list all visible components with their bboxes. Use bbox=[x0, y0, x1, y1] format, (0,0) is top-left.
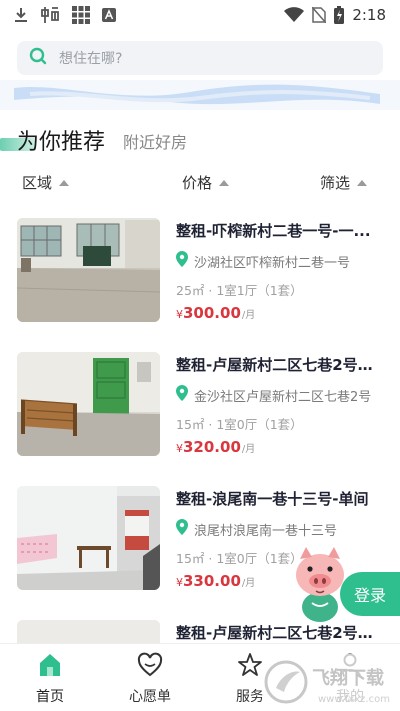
listing-title: 整租-卢屋新村二区七巷2号-... bbox=[176, 356, 376, 374]
section-header: 为你推荐 附近好房 bbox=[17, 122, 383, 156]
price-currency: ¥ bbox=[176, 576, 183, 589]
price-amount: 300.00 bbox=[183, 304, 241, 322]
search-icon bbox=[29, 47, 47, 69]
filter-label: 价格 bbox=[182, 174, 213, 192]
listing-photo bbox=[17, 352, 160, 456]
tab-label: 心愿单 bbox=[129, 689, 171, 705]
price-amount: 330.00 bbox=[183, 572, 241, 590]
listing-meta: 25㎡ · 1室1厅（1套） bbox=[176, 283, 303, 298]
location-pin-icon bbox=[176, 519, 188, 539]
listing-location: 金沙社区卢屋新村二区七巷2号 bbox=[194, 389, 372, 405]
listing-card[interactable]: 整租-吓榨新村二巷一号-一... 沙湖社区吓榨新村二巷一号 25㎡ · 1室1厅… bbox=[0, 218, 400, 324]
price-unit: /月 bbox=[241, 310, 256, 321]
status-bar: 2:18 bbox=[0, 0, 400, 30]
listing-title: 整租-浪尾南一巷十三号-单间 bbox=[176, 490, 369, 508]
login-label: 登录 bbox=[353, 586, 386, 605]
price-unit: /月 bbox=[241, 444, 256, 455]
location-pin-icon bbox=[176, 385, 188, 405]
filter-label: 区域 bbox=[22, 174, 53, 192]
tab-label: 首页 bbox=[36, 689, 64, 705]
filter-price[interactable]: 价格 bbox=[182, 172, 230, 193]
listing-location: 浪尾村浪尾南一巷十三号 bbox=[194, 523, 338, 539]
wifi-icon bbox=[284, 7, 305, 23]
location-pin-icon bbox=[176, 251, 188, 271]
status-time: 2:18 bbox=[352, 6, 386, 24]
tab-wishlist[interactable]: 心愿单 bbox=[110, 652, 190, 706]
listing-meta: 15㎡ · 1室0厅（1套） bbox=[176, 417, 303, 432]
listing-title: 整租-吓榨新村二巷一号-一... bbox=[176, 222, 371, 240]
search-input[interactable]: 想住在哪? bbox=[17, 41, 383, 75]
listing-price: ¥320.00/月 bbox=[176, 437, 386, 456]
listing-title: 整租-卢屋新村二区七巷2号-... bbox=[176, 624, 376, 642]
filter-area[interactable]: 区域 bbox=[22, 172, 70, 193]
a-icon bbox=[102, 8, 116, 22]
home-icon bbox=[37, 652, 63, 682]
caret-up-icon bbox=[219, 179, 230, 186]
tab-label: 服务 bbox=[236, 689, 264, 705]
filter-more[interactable]: 筛选 bbox=[320, 172, 368, 193]
section-title: 为你推荐 bbox=[17, 130, 106, 155]
heart-icon bbox=[137, 652, 163, 682]
price-amount: 320.00 bbox=[183, 438, 241, 456]
listing-photo bbox=[17, 486, 160, 590]
login-button[interactable]: 登录 bbox=[340, 572, 400, 616]
filter-bar: 区域 价格 筛选 bbox=[0, 172, 400, 200]
tab-home[interactable]: 首页 bbox=[10, 652, 90, 706]
listing-card[interactable]: 整租-卢屋新村二区七巷2号-... bbox=[0, 620, 400, 644]
price-currency: ¥ bbox=[176, 442, 183, 455]
search-placeholder: 想住在哪? bbox=[59, 51, 123, 67]
caret-up-icon bbox=[59, 179, 70, 186]
listing-card[interactable]: 整租-卢屋新村二区七巷2号-... 金沙社区卢屋新村二区七巷2号 15㎡ · 1… bbox=[0, 352, 400, 458]
price-unit: /月 bbox=[241, 578, 256, 589]
listing-location: 沙湖社区吓榨新村二巷一号 bbox=[194, 255, 351, 271]
listing-photo bbox=[17, 218, 160, 322]
filter-label: 筛选 bbox=[320, 174, 351, 192]
section-subtitle[interactable]: 附近好房 bbox=[123, 129, 187, 153]
site-watermark: 飞翔下载 www.fxxz.com bbox=[262, 654, 400, 710]
app-icon bbox=[40, 6, 60, 24]
caret-up-icon bbox=[357, 179, 368, 186]
banner-image[interactable] bbox=[0, 80, 400, 110]
listing-price: ¥300.00/月 bbox=[176, 303, 386, 322]
no-sim-icon bbox=[312, 7, 327, 23]
price-currency: ¥ bbox=[176, 308, 183, 321]
watermark-subtext: www.fxxz.com bbox=[318, 694, 390, 705]
listing-meta: 15㎡ · 1室0厅（1套） bbox=[176, 551, 303, 566]
star-icon bbox=[237, 652, 263, 682]
download-icon bbox=[14, 7, 28, 23]
battery-charging-icon bbox=[334, 6, 345, 24]
listing-photo bbox=[17, 620, 160, 644]
grid-icon bbox=[72, 6, 90, 24]
watermark-text: 飞翔下载 bbox=[312, 667, 384, 689]
